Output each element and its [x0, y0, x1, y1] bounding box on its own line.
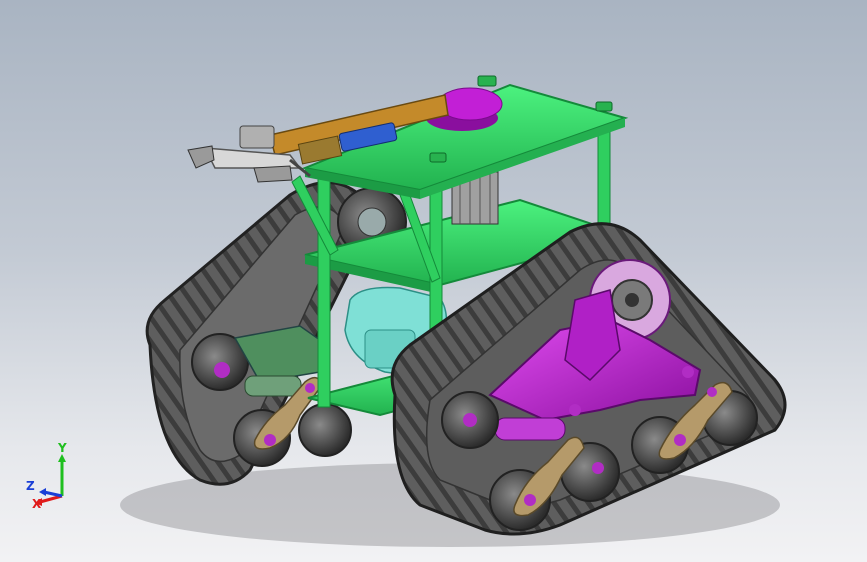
nut-1 [477, 75, 497, 87]
z-axis-line [43, 490, 63, 498]
tracked-robot-model[interactable] [0, 0, 867, 562]
gripper-jaw-right [253, 165, 293, 183]
y-axis-label: Y [57, 441, 67, 455]
left-bogie-pin-1 [264, 434, 276, 446]
right-bogie-pin-1 [524, 494, 536, 506]
right-damper [494, 417, 566, 441]
y-axis-arrow [58, 454, 66, 462]
right-bogie-pin-2 [592, 462, 604, 474]
right-pivot-bolt-1 [569, 404, 581, 416]
left-idler-bolt [214, 362, 230, 378]
right-idler-bolt [463, 413, 477, 427]
left-bogie-pin-2 [305, 383, 315, 393]
right-bogie-pin-3 [674, 434, 686, 446]
right-bogie-pin-4 [707, 387, 717, 397]
x-axis-label: X [32, 497, 42, 510]
right-pivot-bolt-2 [682, 366, 694, 378]
left-road-wheel-2 [298, 403, 352, 457]
x-axis-line [39, 494, 63, 504]
nut-2 [595, 101, 613, 112]
orientation-triad[interactable]: Y Z X [22, 440, 82, 510]
left-sprocket-hub [357, 207, 387, 237]
gripper-servo [239, 125, 275, 149]
z-axis-arrow [39, 488, 46, 496]
left-damper [244, 375, 302, 397]
gripper-jaw-left [187, 145, 215, 169]
column-front-left [317, 174, 331, 408]
right-sprocket-center [625, 293, 639, 307]
cad-viewport[interactable]: Y Z X [0, 0, 867, 562]
nut-3 [429, 152, 447, 163]
z-axis-label: Z [26, 479, 35, 493]
